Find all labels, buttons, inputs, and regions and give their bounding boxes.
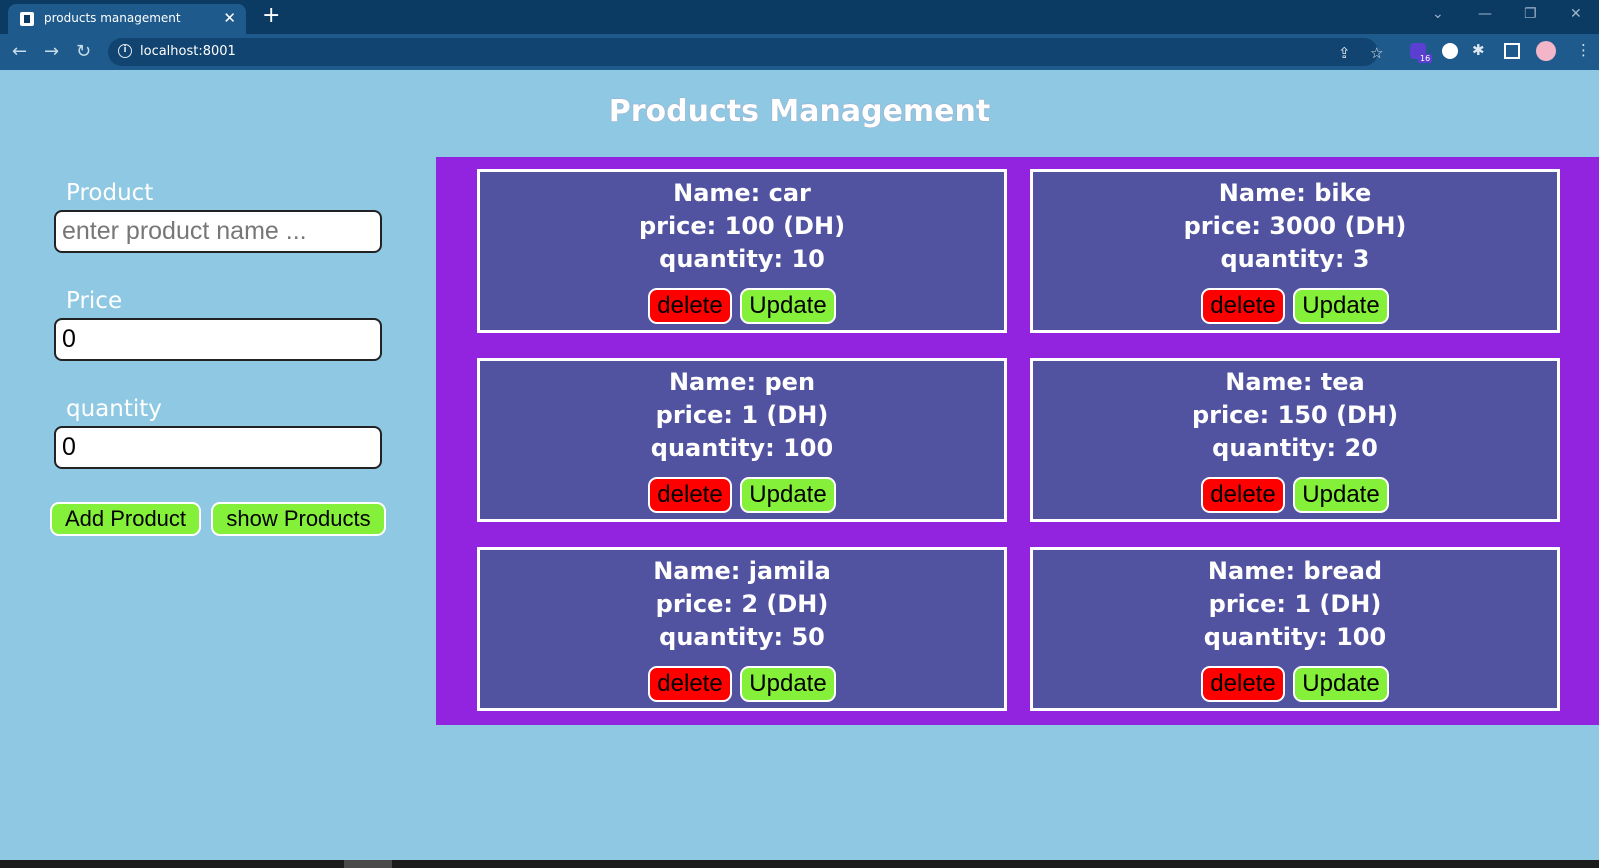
product-card: Name: bread price: 1 (DH) quantity: 100 … — [1030, 547, 1560, 711]
menu-kebab-icon[interactable]: ⋮ — [1576, 41, 1591, 59]
product-card: Name: jamila price: 2 (DH) quantity: 50 … — [477, 547, 1007, 711]
browser-toolbar: ← → ↻ i localhost:8001 ⇪ ☆ 16 ✱ ⋮ — [0, 34, 1599, 70]
update-button[interactable]: Update — [1293, 666, 1389, 702]
favicon-icon — [20, 12, 34, 26]
product-card: Name: bike price: 3000 (DH) quantity: 3 … — [1030, 169, 1560, 333]
delete-button[interactable]: delete — [1201, 288, 1285, 324]
product-quantity: quantity: 3 — [1220, 245, 1370, 273]
product-price: price: 100 (DH) — [638, 212, 846, 240]
update-button[interactable]: Update — [1293, 288, 1389, 324]
os-taskbar — [0, 860, 1599, 868]
product-name: Name: tea — [1225, 368, 1365, 396]
product-price: price: 1 (DH) — [1208, 590, 1382, 618]
side-panel-icon[interactable] — [1504, 43, 1520, 59]
product-name: Name: bread — [1207, 557, 1383, 585]
tab-search-icon[interactable]: ⌄ — [1432, 6, 1444, 22]
delete-button[interactable]: delete — [648, 288, 732, 324]
site-info-icon[interactable]: i — [118, 44, 132, 58]
extensions-puzzle-icon[interactable]: ✱ — [1472, 41, 1485, 59]
tab-close-icon[interactable]: ✕ — [223, 9, 236, 27]
products-container: Name: car price: 100 (DH) quantity: 10 d… — [436, 157, 1599, 725]
product-quantity: quantity: 100 — [650, 434, 834, 462]
delete-button[interactable]: delete — [1201, 666, 1285, 702]
update-button[interactable]: Update — [1293, 477, 1389, 513]
product-quantity: quantity: 20 — [1212, 434, 1378, 462]
quantity-input[interactable] — [54, 426, 382, 469]
show-products-button[interactable]: show Products — [211, 502, 386, 536]
product-name-input[interactable] — [54, 210, 382, 253]
update-button[interactable]: Update — [740, 288, 836, 324]
product-price: price: 1 (DH) — [655, 401, 829, 429]
update-button[interactable]: Update — [740, 666, 836, 702]
product-name: Name: car — [673, 179, 811, 207]
product-price: price: 3000 (DH) — [1183, 212, 1407, 240]
product-card: Name: car price: 100 (DH) quantity: 10 d… — [477, 169, 1007, 333]
profile-avatar[interactable] — [1536, 41, 1556, 61]
share-icon[interactable]: ⇪ — [1338, 44, 1351, 62]
product-quantity: quantity: 100 — [1203, 623, 1387, 651]
back-icon[interactable]: ← — [12, 42, 27, 62]
taskbar-item[interactable] — [344, 860, 392, 868]
extension-badge: 16 — [1418, 54, 1433, 63]
url-text: localhost:8001 — [140, 44, 236, 59]
product-quantity: quantity: 50 — [659, 623, 825, 651]
restore-icon[interactable]: ❐ — [1524, 6, 1537, 22]
product-quantity: quantity: 10 — [659, 245, 825, 273]
window-close-icon[interactable]: ✕ — [1570, 6, 1582, 22]
delete-button[interactable]: delete — [648, 477, 732, 513]
product-card: Name: tea price: 150 (DH) quantity: 20 d… — [1030, 358, 1560, 522]
product-name: Name: jamila — [653, 557, 831, 585]
tab-title: products management — [44, 11, 181, 25]
delete-button[interactable]: delete — [1201, 477, 1285, 513]
update-button[interactable]: Update — [740, 477, 836, 513]
product-price: price: 150 (DH) — [1191, 401, 1399, 429]
browser-tab-bar: products management ✕ + ⌄ — ❐ ✕ — [0, 0, 1599, 34]
product-price: price: 2 (DH) — [655, 590, 829, 618]
page-title: Products Management — [608, 94, 991, 129]
price-input[interactable] — [54, 318, 382, 361]
new-tab-icon[interactable]: + — [262, 4, 280, 28]
product-name: Name: pen — [668, 368, 816, 396]
product-name: Name: bike — [1218, 179, 1372, 207]
forward-icon[interactable]: → — [44, 42, 59, 62]
address-bar[interactable]: i localhost:8001 ⇪ ☆ — [108, 38, 1383, 66]
delete-button[interactable]: delete — [648, 666, 732, 702]
extension-round-icon[interactable] — [1442, 43, 1458, 59]
reload-icon[interactable]: ↻ — [76, 42, 91, 62]
browser-tab[interactable]: products management ✕ — [8, 4, 246, 34]
minimize-icon[interactable]: — — [1478, 6, 1492, 22]
product-card: Name: pen price: 1 (DH) quantity: 100 de… — [477, 358, 1007, 522]
bookmark-star-icon[interactable]: ☆ — [1370, 44, 1383, 62]
add-product-button[interactable]: Add Product — [50, 502, 201, 536]
